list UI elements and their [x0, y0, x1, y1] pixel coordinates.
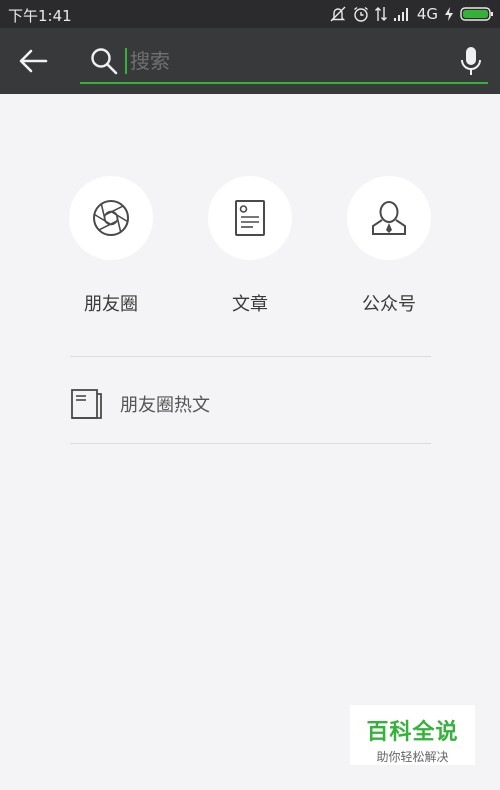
battery-icon: [460, 7, 493, 21]
category-moments-circle: [69, 176, 153, 260]
watermark-subtitle: 助你轻松解决: [376, 750, 449, 764]
status-icons: 4G: [329, 5, 494, 23]
signal-icon: [393, 8, 408, 21]
alarm-icon: [353, 6, 368, 22]
newspaper-icon: [71, 389, 102, 419]
category-moments-label: 朋友圈: [84, 294, 138, 315]
category-articles-circle: [208, 176, 292, 260]
search-box[interactable]: [80, 42, 488, 84]
status-time: 下午1:41: [8, 7, 72, 25]
network-type: 4G: [416, 5, 438, 23]
text-cursor: [125, 48, 127, 74]
status-bar: 下午1:41 4G: [0, 0, 500, 28]
search-input[interactable]: [130, 44, 450, 78]
mute-icon: [330, 6, 346, 22]
charging-icon: [445, 7, 453, 21]
category-articles[interactable]: 文章: [195, 176, 305, 316]
divider: [70, 443, 431, 444]
watermark-badge: 百科全说 助你轻松解决: [350, 705, 475, 765]
category-official-accounts-label: 公众号: [362, 294, 416, 315]
category-moments[interactable]: 朋友圈: [56, 176, 166, 316]
article-icon: [235, 200, 265, 236]
category-official-accounts-circle: [347, 176, 431, 260]
category-articles-label: 文章: [232, 294, 268, 315]
back-arrow-icon[interactable]: [18, 48, 48, 74]
search-toolbar: [0, 28, 500, 94]
search-icon: [91, 48, 118, 75]
hot-articles-label: 朋友圈热文: [120, 395, 210, 416]
watermark-title: 百科全说: [366, 720, 459, 745]
aperture-icon: [93, 200, 129, 236]
data-transfer-icon: [374, 7, 387, 21]
divider: [70, 356, 431, 357]
official-account-icon: [372, 201, 406, 235]
microphone-icon[interactable]: [460, 46, 482, 76]
hot-articles-item[interactable]: 朋友圈热文: [70, 382, 431, 426]
category-official-accounts[interactable]: 公众号: [334, 176, 444, 316]
